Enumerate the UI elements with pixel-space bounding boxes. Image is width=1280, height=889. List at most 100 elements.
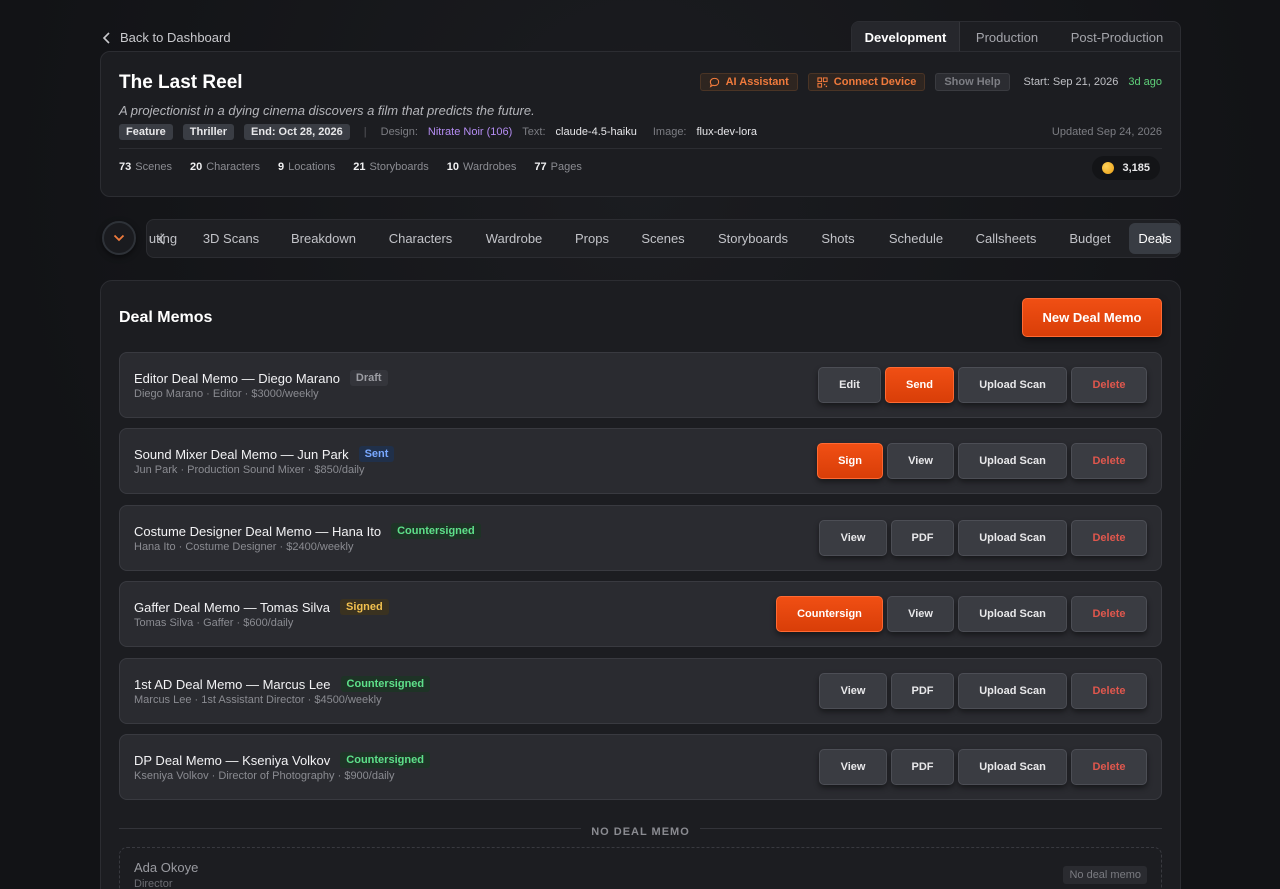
image-model-value: flux-dev-lora bbox=[696, 126, 758, 138]
chevron-left-icon bbox=[157, 233, 164, 244]
back-to-dashboard-link[interactable]: Back to Dashboard bbox=[102, 30, 231, 45]
memo-subtitle: Hana Ito · Costume Designer · $2400/week… bbox=[134, 541, 354, 553]
stat-storyboards[interactable]: 21 Storyboards bbox=[353, 161, 429, 173]
delete-button[interactable]: Delete bbox=[1071, 520, 1147, 556]
pdf-button[interactable]: PDF bbox=[891, 520, 954, 556]
tab-characters[interactable]: Characters bbox=[372, 220, 469, 257]
stat-wardrobes[interactable]: 10 Wardrobes bbox=[447, 161, 517, 173]
tab-shots[interactable]: Shots bbox=[805, 220, 871, 257]
memo-title: 1st AD Deal Memo — Marcus Lee Countersig… bbox=[134, 676, 431, 692]
memo-title-text: Editor Deal Memo — Diego Marano bbox=[134, 370, 340, 386]
connect-device-button[interactable]: Connect Device bbox=[807, 73, 926, 91]
delete-button[interactable]: Delete bbox=[1071, 673, 1147, 709]
memo-subtitle: Jun Park · Production Sound Mixer · $850… bbox=[134, 464, 365, 476]
edit-button[interactable]: Edit bbox=[818, 367, 881, 403]
upload-scan-button[interactable]: Upload Scan bbox=[958, 673, 1067, 709]
memo-actions: Countersign View Upload Scan Delete bbox=[776, 596, 1147, 632]
design-label: Design: bbox=[380, 126, 418, 138]
status-badge: Signed bbox=[340, 599, 389, 615]
stat-pages[interactable]: 77 Pages bbox=[534, 161, 581, 173]
tab-production[interactable]: Production bbox=[960, 22, 1054, 52]
memo-actions: View PDF Upload Scan Delete bbox=[819, 749, 1147, 785]
collapse-nav-button[interactable] bbox=[102, 221, 136, 255]
project-stats: 73 Scenes 20 Characters 9 Locations 21 Story… bbox=[119, 161, 582, 173]
view-button[interactable]: View bbox=[819, 520, 887, 556]
deal-memo-row[interactable]: DP Deal Memo — Kseniya Volkov Countersig… bbox=[119, 734, 1162, 800]
upload-scan-button[interactable]: Upload Scan bbox=[958, 749, 1067, 785]
pdf-button[interactable]: PDF bbox=[891, 673, 954, 709]
ai-assistant-button[interactable]: AI Assistant bbox=[699, 73, 798, 91]
tab-3d-scans[interactable]: 3D Scans bbox=[187, 220, 275, 257]
project-title: The Last Reel bbox=[119, 72, 243, 93]
tab-deals[interactable]: Deals bbox=[1129, 223, 1180, 254]
tab-props[interactable]: Props bbox=[559, 220, 625, 257]
tab-budget[interactable]: Budget bbox=[1051, 220, 1129, 257]
pdf-button[interactable]: PDF bbox=[891, 749, 954, 785]
upload-scan-button[interactable]: Upload Scan bbox=[958, 367, 1067, 403]
section-tabs: uting 3D Scans Breakdown Characters Ward… bbox=[147, 220, 1180, 257]
memo-actions: Sign View Upload Scan Delete bbox=[817, 443, 1147, 479]
scroll-tabs-left[interactable] bbox=[153, 220, 169, 257]
no-deal-memo-heading: NO DEAL MEMO bbox=[101, 822, 1180, 840]
format-tag: Feature bbox=[119, 124, 173, 140]
delete-button[interactable]: Delete bbox=[1071, 443, 1147, 479]
deal-memo-row[interactable]: Editor Deal Memo — Diego Marano Draft Di… bbox=[119, 352, 1162, 418]
view-button[interactable]: View bbox=[887, 443, 954, 479]
header-divider bbox=[119, 148, 1162, 149]
delete-button[interactable]: Delete bbox=[1071, 367, 1147, 403]
memo-title-text: Costume Designer Deal Memo — Hana Ito bbox=[134, 523, 382, 539]
deal-memos-panel: Deal Memos New Deal Memo Editor Deal Mem… bbox=[100, 280, 1181, 889]
project-logline: A projectionist in a dying cinema discov… bbox=[119, 103, 535, 118]
stat-scenes[interactable]: 73 Scenes bbox=[119, 161, 172, 173]
tab-scenes[interactable]: Scenes bbox=[625, 220, 701, 257]
ai-assistant-label: AI Assistant bbox=[725, 76, 789, 88]
upload-scan-button[interactable]: Upload Scan bbox=[958, 443, 1067, 479]
memo-title-text: 1st AD Deal Memo — Marcus Lee bbox=[134, 676, 331, 692]
memo-title-text: Sound Mixer Deal Memo — Jun Park bbox=[134, 446, 349, 462]
memo-title: Sound Mixer Deal Memo — Jun Park Sent bbox=[134, 446, 395, 462]
upload-scan-button[interactable]: Upload Scan bbox=[958, 596, 1067, 632]
back-label: Back to Dashboard bbox=[120, 30, 231, 45]
scroll-tabs-right[interactable] bbox=[1156, 220, 1172, 257]
tab-breakdown[interactable]: Breakdown bbox=[275, 220, 372, 257]
coin-icon bbox=[1102, 162, 1115, 174]
crew-role: Director bbox=[134, 878, 173, 889]
text-model-label: Text: bbox=[522, 126, 546, 138]
tab-post-production[interactable]: Post-Production bbox=[1054, 22, 1180, 52]
status-badge: Countersigned bbox=[340, 752, 430, 768]
show-help-button[interactable]: Show Help bbox=[935, 73, 1010, 91]
view-button[interactable]: View bbox=[819, 673, 887, 709]
delete-button[interactable]: Delete bbox=[1071, 749, 1147, 785]
stat-locations[interactable]: 9 Locations bbox=[278, 161, 335, 173]
tab-development[interactable]: Development bbox=[852, 22, 960, 52]
memo-title: Gaffer Deal Memo — Tomas Silva Signed bbox=[134, 599, 389, 615]
view-button[interactable]: View bbox=[887, 596, 954, 632]
upload-scan-button[interactable]: Upload Scan bbox=[958, 520, 1067, 556]
deal-memo-row[interactable]: Sound Mixer Deal Memo — Jun Park Sent Ju… bbox=[119, 428, 1162, 494]
tab-callsheets[interactable]: Callsheets bbox=[961, 220, 1051, 257]
stat-characters[interactable]: 20 Characters bbox=[190, 161, 260, 173]
delete-button[interactable]: Delete bbox=[1071, 596, 1147, 632]
credits-balance[interactable]: 3,185 bbox=[1092, 156, 1160, 180]
chevron-right-icon bbox=[1161, 233, 1168, 244]
countersign-button[interactable]: Countersign bbox=[776, 596, 883, 632]
deal-memo-row[interactable]: Gaffer Deal Memo — Tomas Silva Signed To… bbox=[119, 581, 1162, 647]
design-value[interactable]: Nitrate Noir (106) bbox=[428, 126, 512, 138]
send-button[interactable]: Send bbox=[885, 367, 954, 403]
updated-date: Updated Sep 24, 2026 bbox=[1051, 126, 1162, 138]
deal-memo-row[interactable]: Costume Designer Deal Memo — Hana Ito Co… bbox=[119, 505, 1162, 571]
phase-tabs: Development Production Post-Production bbox=[851, 21, 1181, 52]
new-deal-memo-button[interactable]: New Deal Memo bbox=[1022, 298, 1162, 337]
no-deal-memo-row[interactable]: Ada Okoye Director No deal memo bbox=[119, 847, 1162, 889]
status-badge: Countersigned bbox=[340, 676, 431, 692]
tab-schedule[interactable]: Schedule bbox=[871, 220, 961, 257]
deal-memo-row[interactable]: 1st AD Deal Memo — Marcus Lee Countersig… bbox=[119, 658, 1162, 724]
view-button[interactable]: View bbox=[819, 749, 887, 785]
tab-wardrobe[interactable]: Wardrobe bbox=[469, 220, 559, 257]
panel-title: Deal Memos bbox=[119, 309, 213, 326]
credits-value: 3,185 bbox=[1122, 162, 1150, 174]
no-deal-memo-label: NO DEAL MEMO bbox=[581, 826, 700, 838]
tab-storyboards[interactable]: Storyboards bbox=[701, 220, 805, 257]
sign-button[interactable]: Sign bbox=[817, 443, 883, 479]
header-actions: AI Assistant Connect Device Show Help St… bbox=[699, 73, 1162, 91]
